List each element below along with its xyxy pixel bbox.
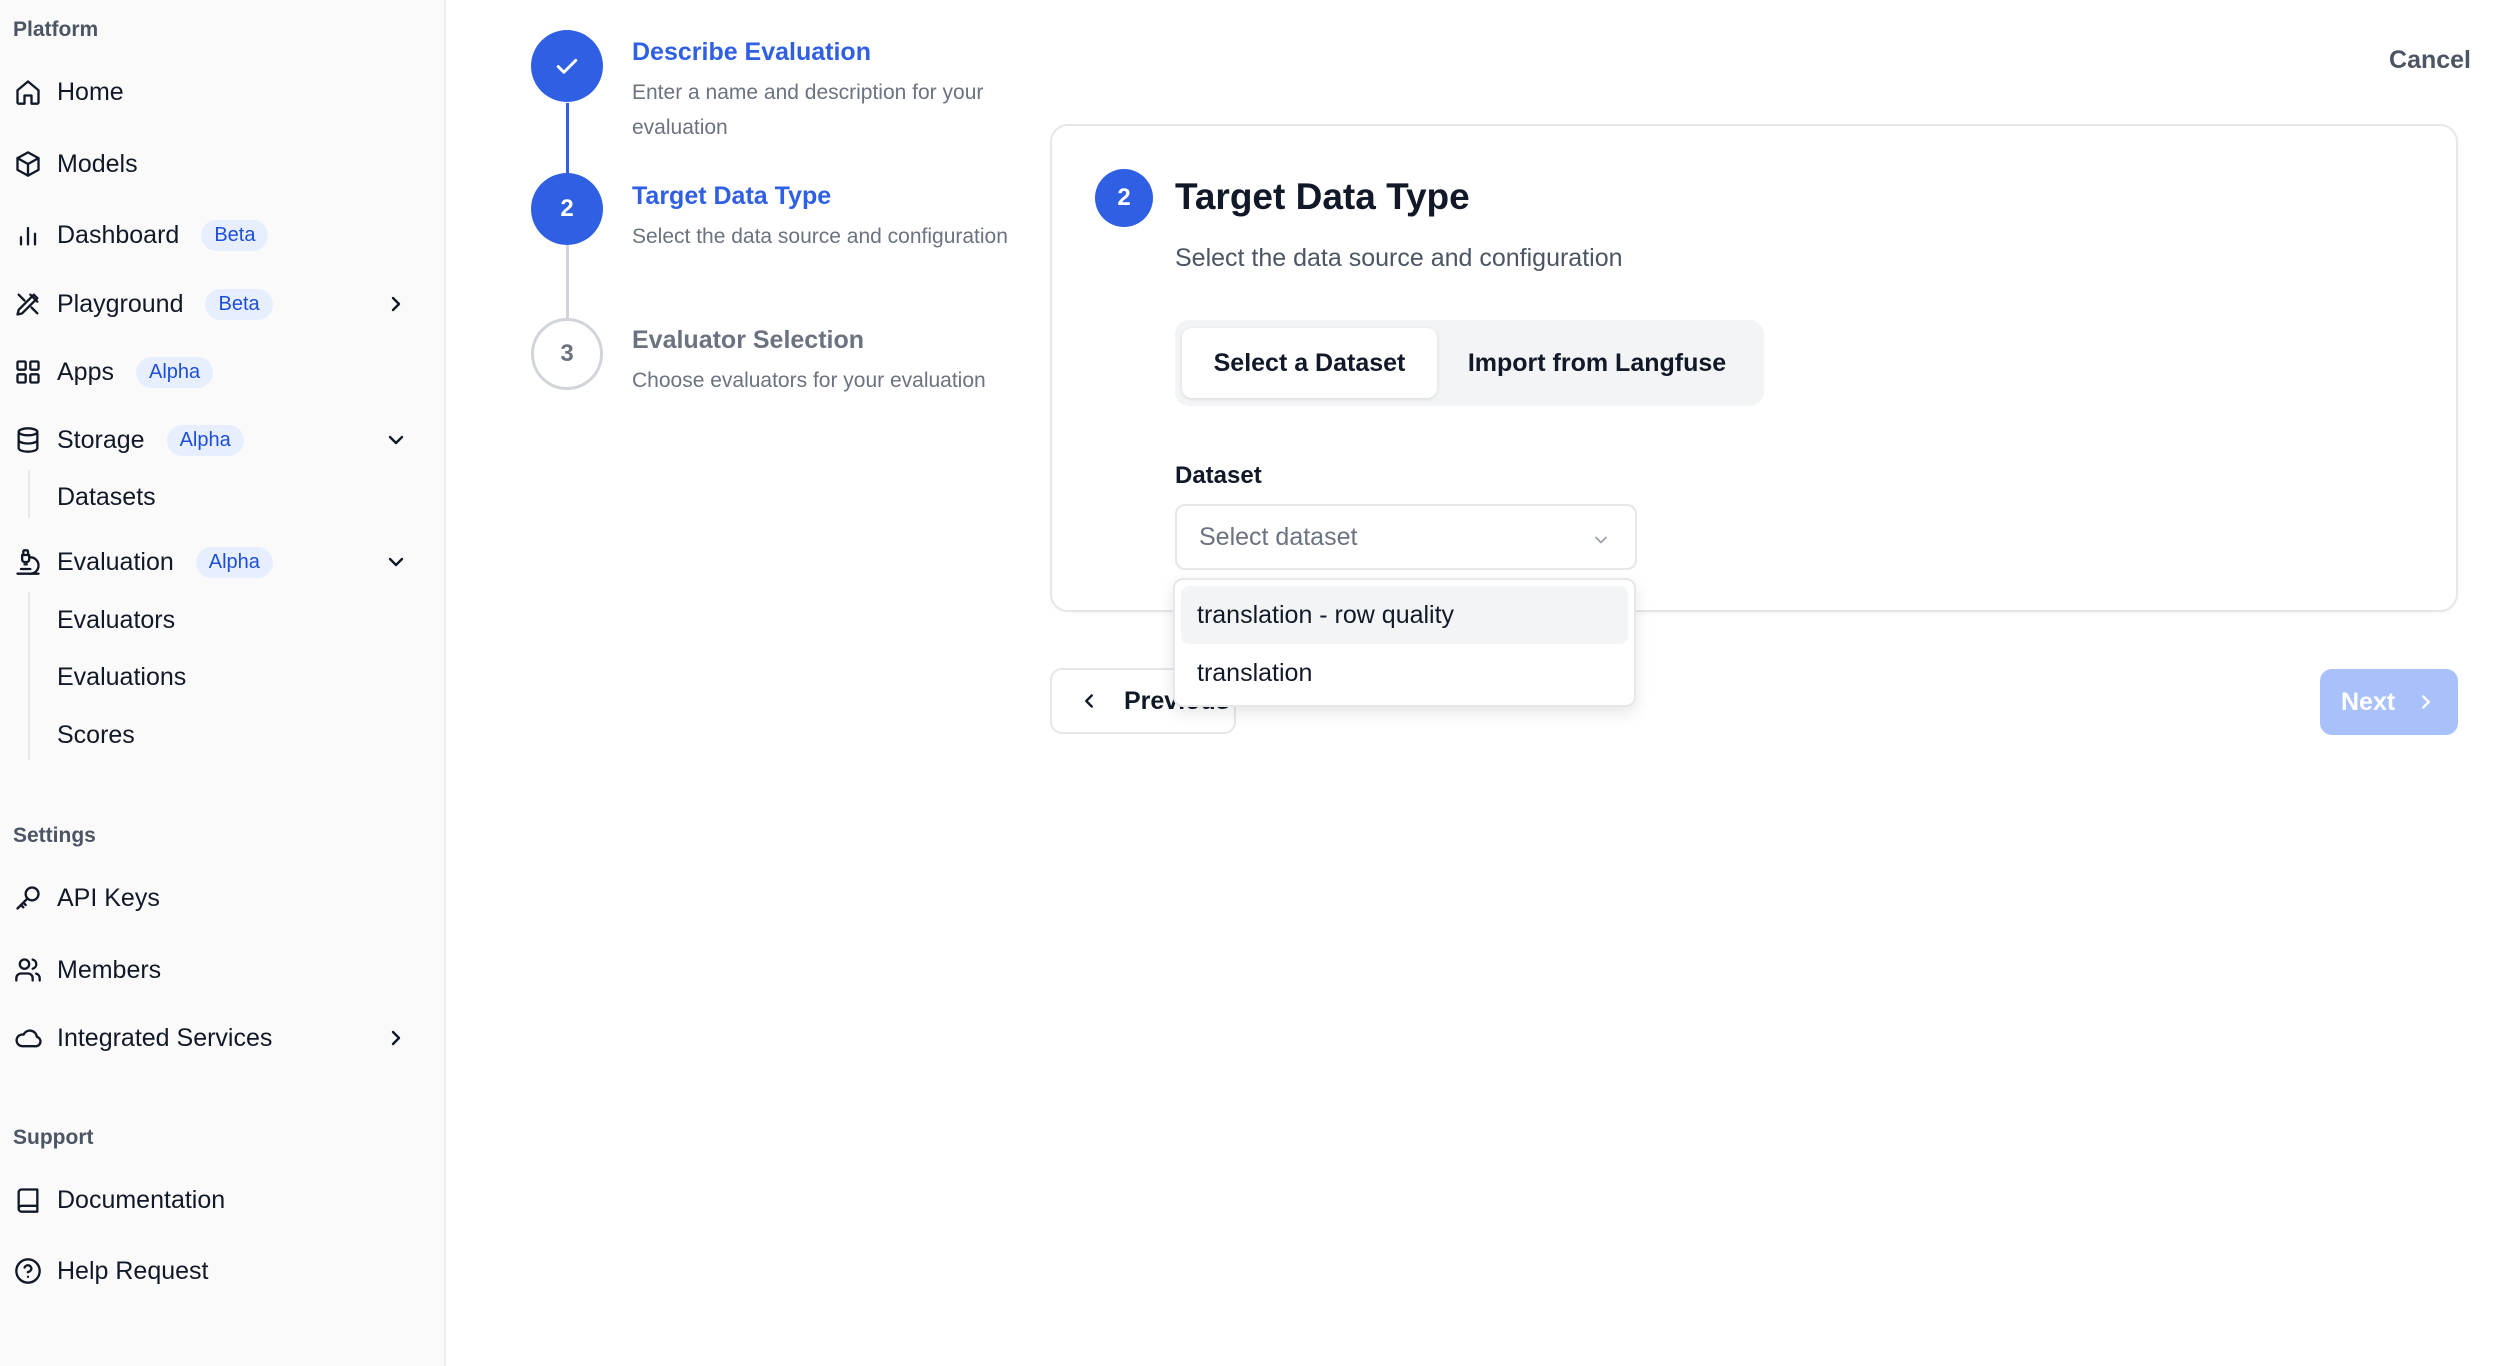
sidebar-item-api-keys[interactable]: API Keys [13,872,428,924]
check-icon [556,58,578,74]
tab-import-from-langfuse[interactable]: Import from Langfuse [1437,328,1757,398]
dataset-select[interactable]: Select dataset [1175,504,1637,570]
chevron-left-icon [1085,694,1093,708]
dataset-option[interactable]: translation - row quality [1181,586,1628,644]
sidebar-item-label: Members [57,955,162,984]
sidebar-subitem-datasets[interactable]: Datasets [57,477,156,517]
sidebar-item-label: Integrated Services [57,1023,273,1052]
dataset-dropdown-menu: translation - row quality translation [1173,578,1636,707]
sidebar-item-label: Apps [57,357,114,386]
cloud-icon [13,1023,43,1053]
sidebar-item-label: Playground [57,289,184,318]
beta-badge: Beta [205,288,273,320]
sidebar-item-label: Evaluation [57,547,174,576]
sidebar-item-label: Storage [57,425,145,454]
sidebar-subitem-evaluators[interactable]: Evaluators [57,600,175,640]
sidebar-item-apps[interactable]: Apps Alpha [13,346,428,398]
chevron-right-icon[interactable] [384,292,408,316]
step-3-title: Evaluator Selection [632,326,865,354]
section-label-platform: Platform [13,18,99,41]
step-1-description: Enter a name and description for your ev… [632,81,984,139]
alpha-badge: Alpha [195,546,273,578]
card-step-number: 2 [1095,169,1153,227]
section-label-settings: Settings [13,824,96,847]
source-tabs: Select a Dataset Import from Langfuse [1175,320,1764,406]
target-data-type-card: 2 Target Data Type Select the data sourc… [1050,124,2458,612]
home-icon [13,77,43,107]
step-2-title: Target Data Type [632,182,832,210]
step-1-title[interactable]: Describe Evaluation [632,38,871,67]
sidebar-item-documentation[interactable]: Documentation [13,1174,428,1226]
sidebar-item-integrated-services[interactable]: Integrated Services [13,1012,428,1064]
sidebar-subitem-scores[interactable]: Scores [57,715,135,755]
key-icon [13,883,43,913]
sidebar-item-label: Dashboard [57,220,180,249]
dataset-option[interactable]: translation [1181,644,1628,702]
help-circle-icon [13,1256,43,1286]
sidebar-item-label: Documentation [57,1185,226,1214]
sidebar-subitem-evaluations[interactable]: Evaluations [57,657,186,697]
cancel-button[interactable]: Cancel [2389,46,2471,75]
chevron-right-icon [2422,695,2431,709]
subnav-divider [28,470,30,518]
sidebar-item-playground[interactable]: Playground Beta [13,278,428,330]
beta-badge: Beta [201,219,269,251]
sidebar-item-help-request[interactable]: Help Request [13,1245,428,1297]
step-connector-complete [566,103,569,177]
sidebar-item-label: Home [57,77,124,106]
users-icon [13,955,43,985]
step-3-description: Choose evaluators for your evaluation [632,369,986,392]
sidebar-item-label: Help Request [57,1256,209,1285]
database-icon [13,425,43,455]
sidebar-item-models[interactable]: Models [13,138,428,190]
step-2-indicator: 2 [531,173,603,245]
next-button[interactable]: Next [2320,669,2458,735]
chevron-down-icon[interactable] [384,550,408,574]
book-icon [13,1185,43,1215]
sidebar-item-dashboard[interactable]: Dashboard Beta [13,209,428,261]
card-subtitle: Select the data source and configuration [1175,244,1623,272]
step-2-description: Select the data source and configuration [632,225,1008,248]
chevron-down-icon [1591,528,1611,548]
tab-select-dataset[interactable]: Select a Dataset [1182,328,1437,398]
microscope-icon [13,547,43,577]
chevron-down-icon[interactable] [384,428,408,452]
step-1-indicator [531,30,603,102]
sidebar-item-home[interactable]: Home [13,66,428,118]
dataset-select-placeholder: Select dataset [1199,522,1358,551]
bar-chart-icon [13,220,43,250]
section-label-support: Support [13,1126,94,1149]
pencil-ruler-icon [13,289,43,319]
grid-icon [13,357,43,387]
sidebar-item-storage[interactable]: Storage Alpha [13,414,428,466]
alpha-badge: Alpha [135,356,214,388]
sidebar-item-label: API Keys [57,883,160,912]
sidebar: Platform Home Models Dashboard Beta Play… [0,0,446,1366]
dataset-label: Dataset [1175,462,1262,489]
alpha-badge: Alpha [166,424,244,456]
sidebar-item-label: Models [57,149,138,178]
sidebar-item-evaluation[interactable]: Evaluation Alpha [13,536,428,588]
step-connector-pending [566,245,569,319]
step-3-indicator: 3 [531,318,603,390]
sidebar-item-members[interactable]: Members [13,944,428,996]
cube-icon [13,149,43,179]
subnav-divider [28,592,30,760]
chevron-right-icon[interactable] [384,1026,408,1050]
card-title: Target Data Type [1175,176,1470,217]
next-button-label: Next [2341,687,2396,716]
